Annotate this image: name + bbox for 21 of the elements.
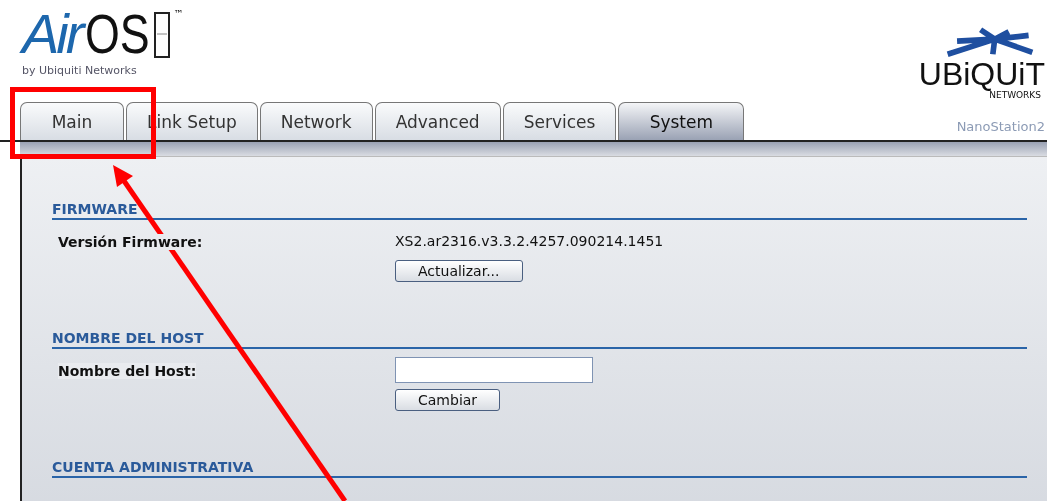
tab[interactable]: Network [259, 102, 373, 140]
field-label: Nombre del Host: [58, 362, 197, 379]
brand-subtext: NETWORKS [989, 90, 1041, 100]
device-name: NanoStation2 [956, 119, 1045, 134]
tab[interactable]: Services [502, 102, 617, 140]
action-button[interactable]: Cambiar [395, 389, 501, 411]
action-button[interactable]: Actualizar... [395, 260, 523, 282]
field-label: Versión Firmware: [58, 233, 203, 250]
section-title: NOMBRE DEL HOST [52, 330, 1027, 349]
tab[interactable]: System [618, 102, 745, 140]
tab[interactable]: Main [20, 102, 124, 140]
device-icon [154, 12, 171, 58]
byline-text: by Ubiquiti Networks [22, 64, 138, 77]
logo-text: OS [85, 2, 151, 66]
brand-text: UBiQUiT [918, 58, 1045, 90]
section-title: CUENTA ADMINISTRATIVA [52, 459, 1027, 478]
tab[interactable]: Advanced [374, 102, 501, 140]
trademark-text: ™ [173, 8, 184, 19]
field-value: XS2.ar2316.v3.3.2.4257.090214.1451 [395, 233, 664, 249]
section-title: FIRMWARE [52, 201, 1027, 220]
input-field[interactable] [395, 357, 593, 383]
